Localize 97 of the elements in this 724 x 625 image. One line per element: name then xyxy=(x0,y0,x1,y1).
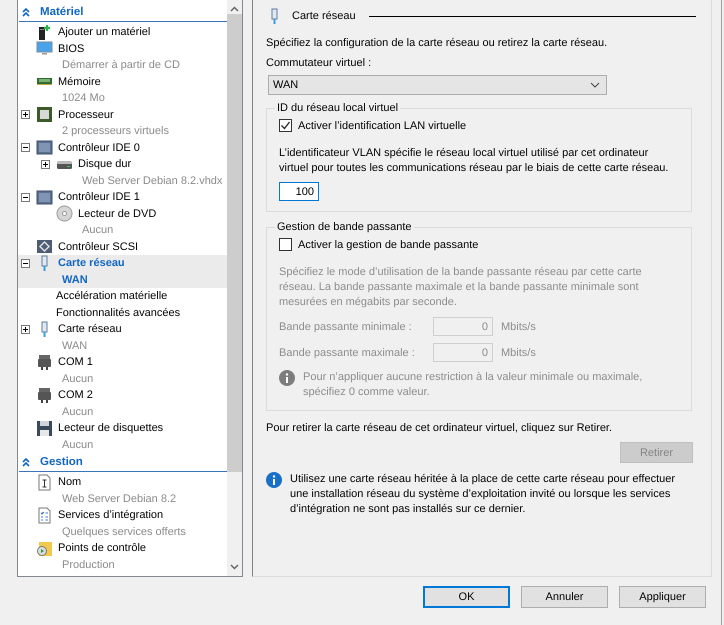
switch-dropdown[interactable]: WAN xyxy=(268,75,607,95)
checkbox-label[interactable]: Activer l’identification LAN virtuelle xyxy=(298,120,466,132)
item-detail: Web Server Debian 8.2.vhdx xyxy=(82,174,222,188)
section-title[interactable]: Matériel xyxy=(40,6,84,18)
switch-label: Commutateur virtuel : xyxy=(266,56,372,71)
group-title: ID du réseau local virtuel xyxy=(276,101,400,115)
item-label: Carte réseau xyxy=(58,256,125,271)
item-label: Lecteur de DVD xyxy=(78,206,156,222)
vlan-id-field[interactable]: 100 xyxy=(279,182,319,201)
chevron-down-icon xyxy=(590,82,600,88)
serial-port-icon xyxy=(36,354,53,370)
tree-item[interactable]: Contrôleur IDE 0 xyxy=(18,140,227,156)
unit-label: Mbits/s xyxy=(501,320,536,332)
unit-label: Mbits/s xyxy=(501,346,536,358)
tree-item[interactable]: Contrôleur SCSI xyxy=(18,238,227,255)
expand-icon[interactable] xyxy=(41,160,50,168)
item-label: Contrôleur IDE 1 xyxy=(58,190,140,205)
item-detail: 2 processeurs virtuels xyxy=(62,124,169,139)
item-label: Points de contrôle xyxy=(58,541,146,556)
item-label: Accélération matérielle xyxy=(56,289,168,304)
controller-icon xyxy=(36,139,53,156)
tree-item[interactable]: Carte réseau WAN xyxy=(18,321,227,354)
item-detail: WAN xyxy=(62,272,88,288)
item-label: Carte réseau xyxy=(58,322,122,337)
info-text: Utilisez une carte réseau héritée à la place de cette carte réseau pour effectuer une installation réseau du système d’exploitation invité ou lorsque les services d’intégration ne sont pas installés sur ce dernier. xyxy=(290,472,676,517)
tree-item[interactable]: Ajouter un matériel xyxy=(18,24,227,40)
collapse-icon[interactable] xyxy=(21,143,30,152)
tree-item[interactable]: COM 1 Aucun xyxy=(18,354,227,387)
item-label: Fonctionnalités avancées xyxy=(56,306,180,320)
tree-item[interactable]: Fonctionnalités avancées xyxy=(18,304,227,321)
remove-text: Pour retirer la carte réseau de cet ordinateur virtuel, cliquez sur Retirer. xyxy=(266,421,612,436)
text-document-icon xyxy=(36,474,53,490)
controller-icon xyxy=(36,238,53,255)
tree-item[interactable]: Processeur 2 processeurs virtuels xyxy=(18,106,227,140)
item-detail: WAN xyxy=(62,338,88,354)
item-detail: Web Server Debian 8.2 xyxy=(62,492,176,506)
note-text: Pour n’appliquer aucune restriction à la valeur minimale ou maximale, spécifiez 0 comme valeur. xyxy=(303,370,644,400)
panel-title: Carte réseau xyxy=(292,10,356,22)
bandwidth-description: Spécifiez le mode d’utilisation de la bande passante réseau par cette carte réseau. La bande passante maximale et la bande passante minimale sont mesurées en mégabits par seconde. xyxy=(279,265,643,310)
tree-item[interactable]: Nom Web Server Debian 8.2 xyxy=(18,474,227,507)
field-label: Bande passante maximale : xyxy=(279,346,416,358)
tree-item[interactable]: Lecteur de disquettes Aucun xyxy=(18,420,227,453)
disc-icon xyxy=(56,205,73,222)
item-detail: Production xyxy=(62,558,115,572)
tree-item[interactable]: Accélération matérielle xyxy=(18,288,227,304)
expand-icon[interactable] xyxy=(21,110,30,119)
item-detail: Aucun xyxy=(62,372,94,386)
item-label: Contrôleur IDE 0 xyxy=(58,140,140,156)
tree-item[interactable]: Services d’intégration Quelques services offerts xyxy=(18,507,227,540)
item-label: Lecteur de disquettes xyxy=(58,421,164,436)
item-label: COM 2 xyxy=(58,388,93,403)
monitor-icon xyxy=(36,40,53,57)
scrollbar[interactable] xyxy=(227,0,242,576)
tree-item[interactable]: Carte réseau WAN xyxy=(18,255,227,288)
item-label: Nom xyxy=(58,475,82,490)
item-label: COM 1 xyxy=(58,355,93,370)
computer-add-icon xyxy=(36,24,53,40)
item-detail: Aucun xyxy=(62,438,94,452)
item-detail: Aucun xyxy=(62,404,94,420)
field-label: Bande passante minimale : xyxy=(279,320,413,332)
info-icon xyxy=(266,472,282,488)
tree-item[interactable]: COM 2 Aucun xyxy=(18,387,227,420)
item-label: Disque dur xyxy=(78,157,132,172)
item-label: BIOS xyxy=(58,42,84,56)
tree-item[interactable]: Contrôleur IDE 1 xyxy=(18,189,227,206)
info-icon xyxy=(279,370,295,386)
item-detail: 1024 Mo xyxy=(62,91,105,106)
tree-item[interactable]: Mémoire 1024 Mo xyxy=(18,74,227,106)
tree-item[interactable]: Lecteur de DVD Aucun xyxy=(18,206,227,238)
checklist-icon xyxy=(36,506,53,524)
item-label: Contrôleur SCSI xyxy=(58,240,138,254)
tree-item[interactable]: BIOS Démarrer à partir de CD xyxy=(18,40,227,74)
group-title: Gestion de bande passante xyxy=(276,220,413,234)
item-label: Ajouter un matériel xyxy=(58,25,150,40)
collapse-icon[interactable] xyxy=(21,258,30,268)
serial-port-icon xyxy=(36,386,53,404)
scroll-down-icon[interactable] xyxy=(230,564,239,570)
dialog-button[interactable]: Appliquer xyxy=(619,586,706,608)
item-label: Services d’intégration xyxy=(58,508,164,523)
dialog-button[interactable]: OK xyxy=(423,586,510,608)
tree-item[interactable]: Points de contrôle Production xyxy=(18,540,227,573)
item-label: Mémoire xyxy=(58,74,101,90)
item-detail: Démarrer à partir de CD xyxy=(62,58,180,73)
scroll-up-icon[interactable] xyxy=(230,6,239,12)
item-detail: Quelques services offerts xyxy=(62,524,186,540)
tree-item[interactable]: Disque dur Web Server Debian 8.2.vhdx xyxy=(18,156,227,189)
collapse-icon[interactable] xyxy=(21,192,30,202)
checkbox[interactable] xyxy=(279,119,292,132)
item-label: Processeur xyxy=(58,108,114,122)
section-title[interactable]: Gestion xyxy=(40,456,83,468)
dialog-button[interactable]: Annuler xyxy=(521,586,608,608)
expand-icon[interactable] xyxy=(21,324,30,334)
item-detail: Aucun xyxy=(82,223,114,238)
controller-icon xyxy=(36,188,53,206)
intro-text: Spécifiez la configuration de la carte réseau ou retirez la carte réseau. xyxy=(266,36,608,51)
vlan-description: L’identificateur VLAN spécifie le réseau local virtuel utilisé par cet ordinateur virtuel pour toutes les communications réseau par le biais de cette carte réseau. xyxy=(279,146,670,176)
processor-icon xyxy=(36,106,53,123)
